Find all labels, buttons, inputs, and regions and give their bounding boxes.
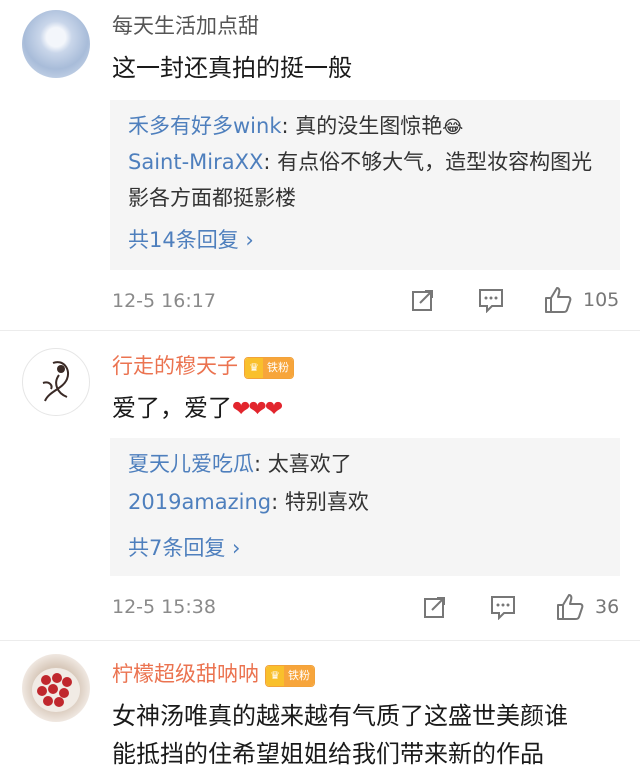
thumbs-up-icon xyxy=(557,594,584,620)
reply-2: 2019amazing: 特别喜欢 xyxy=(128,484,604,520)
reply-username[interactable]: 禾多有好多wink xyxy=(128,114,281,138)
like-button[interactable]: 36 xyxy=(555,592,619,622)
fan-badge: ♛ 铁粉 xyxy=(244,357,294,379)
comment-text: 女神汤唯真的越来越有气质了这盛世美颜谁 xyxy=(112,702,568,730)
timestamp: 12-5 16:17 xyxy=(112,290,216,312)
reply-1: 夏天儿爱吃瓜: 太喜欢了 xyxy=(128,446,604,482)
reply-username[interactable]: Saint-MiraXX xyxy=(128,150,263,174)
comment-button[interactable] xyxy=(477,287,505,313)
username[interactable]: 每天生活加点甜 xyxy=(112,10,259,40)
username-text[interactable]: 行走的穆天子 xyxy=(112,354,238,378)
timestamp: 12-5 15:38 xyxy=(112,596,216,618)
crown-icon: ♛ xyxy=(266,666,284,686)
username[interactable]: 柠檬超级甜呐呐 ♛ 铁粉 xyxy=(112,658,315,688)
username-text[interactable]: 柠檬超级甜呐呐 xyxy=(112,662,259,686)
crown-icon: ♛ xyxy=(245,358,263,378)
like-count: 105 xyxy=(583,289,620,311)
badge-label: 铁粉 xyxy=(284,666,314,686)
comment-icon xyxy=(479,289,503,313)
avatar[interactable] xyxy=(22,10,90,78)
comment-1: 每天生活加点甜 这一封还真拍的挺一般 禾多有好多wink: 真的没生图惊艳😂 S… xyxy=(0,0,640,330)
reply-1: 禾多有好多wink: 真的没生图惊艳😂 xyxy=(128,108,604,146)
reply-text: : 特别喜欢 xyxy=(271,490,369,514)
comment-text-body: 爱了，爱了 xyxy=(112,394,232,422)
comment-text-continued: 能抵挡的住希望姐姐给我们带来新的作品 xyxy=(112,740,544,768)
reply-username[interactable]: 夏天儿爱吃瓜 xyxy=(128,452,254,476)
more-replies-link[interactable]: 共7条回复 › xyxy=(128,532,240,562)
like-button[interactable]: 105 xyxy=(543,285,619,315)
comment-text: 爱了，爱了❤❤❤ xyxy=(112,388,283,423)
reply-text: : 太喜欢了 xyxy=(254,452,352,476)
repost-button[interactable] xyxy=(410,287,436,313)
repost-button[interactable] xyxy=(422,594,448,620)
replies-box[interactable]: 夏天儿爱吃瓜: 太喜欢了 2019amazing: 特别喜欢 共7条回复 › xyxy=(110,438,620,576)
reply-username[interactable]: 2019amazing xyxy=(128,490,271,514)
badge-label: 铁粉 xyxy=(263,358,293,378)
comment-text: 这一封还真拍的挺一般 xyxy=(112,54,352,82)
comment-2: 行走的穆天子 ♛ 铁粉 爱了，爱了❤❤❤ 夏天儿爱吃瓜: 太喜欢了 2019amaz… xyxy=(0,330,640,635)
avatar[interactable] xyxy=(22,654,90,722)
comment-3: 柠檬超级甜呐呐 ♛ 铁粉 女神汤唯真的越来越有气质了这盛世美颜谁 能抵挡的住希望姐姐… xyxy=(0,640,640,768)
heart-emoji-icon: ❤❤❤ xyxy=(232,397,283,422)
comment-button[interactable] xyxy=(489,594,517,620)
username[interactable]: 行走的穆天子 ♛ 铁粉 xyxy=(112,350,294,380)
repost-icon xyxy=(424,597,445,618)
reply-text: : 真的没生图惊艳 xyxy=(281,114,443,138)
repost-icon xyxy=(412,290,433,311)
reply-2: Saint-MiraXX: 有点俗不够大气，造型妆容构图光影各方面都挺影楼 xyxy=(128,144,604,216)
replies-box[interactable]: 禾多有好多wink: 真的没生图惊艳😂 Saint-MiraXX: 有点俗不够大… xyxy=(110,100,620,270)
laugh-emoji-icon: 😂 xyxy=(442,117,464,138)
avatar[interactable] xyxy=(22,348,90,416)
more-replies-link[interactable]: 共14条回复 › xyxy=(128,224,254,254)
avatar-dates-bowl-icon xyxy=(32,668,80,712)
avatar-illustration-icon xyxy=(42,361,69,402)
thumbs-up-icon xyxy=(545,287,572,313)
fan-badge: ♛ 铁粉 xyxy=(265,665,315,687)
like-count: 36 xyxy=(595,596,620,618)
comment-icon xyxy=(491,596,515,620)
